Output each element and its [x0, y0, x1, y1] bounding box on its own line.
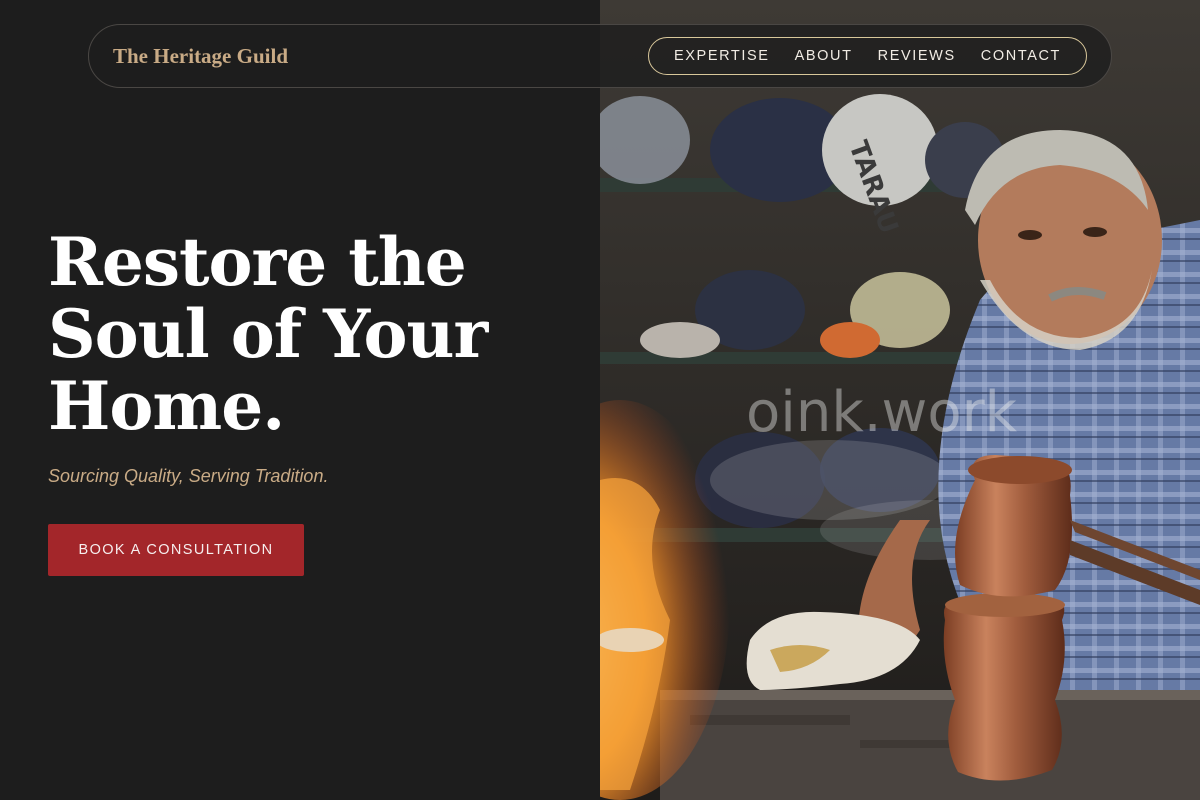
watermark-text: oink.work [746, 380, 1018, 445]
hero-subtitle: Sourcing Quality, Serving Tradition. [48, 466, 329, 486]
nav-link-expertise[interactable]: EXPERTISE [674, 48, 770, 64]
nav-link-contact[interactable]: CONTACT [981, 48, 1061, 64]
nav-menu: EXPERTISE ABOUT REVIEWS CONTACT [648, 37, 1087, 75]
top-navbar: The Heritage Guild EXPERTISE ABOUT REVIE… [88, 24, 1112, 88]
headline-line-1: Restore the [48, 223, 467, 301]
hero-headline: Restore the Soul of Your Home. [48, 226, 568, 442]
nav-link-reviews[interactable]: REVIEWS [878, 48, 956, 64]
nav-link-about[interactable]: ABOUT [795, 48, 853, 64]
headline-line-2: Soul of Your [48, 295, 488, 373]
headline-line-3: Home. [48, 367, 285, 445]
brand-logo-text[interactable]: The Heritage Guild [113, 44, 288, 69]
book-consultation-button[interactable]: BOOK A CONSULTATION [48, 524, 304, 576]
